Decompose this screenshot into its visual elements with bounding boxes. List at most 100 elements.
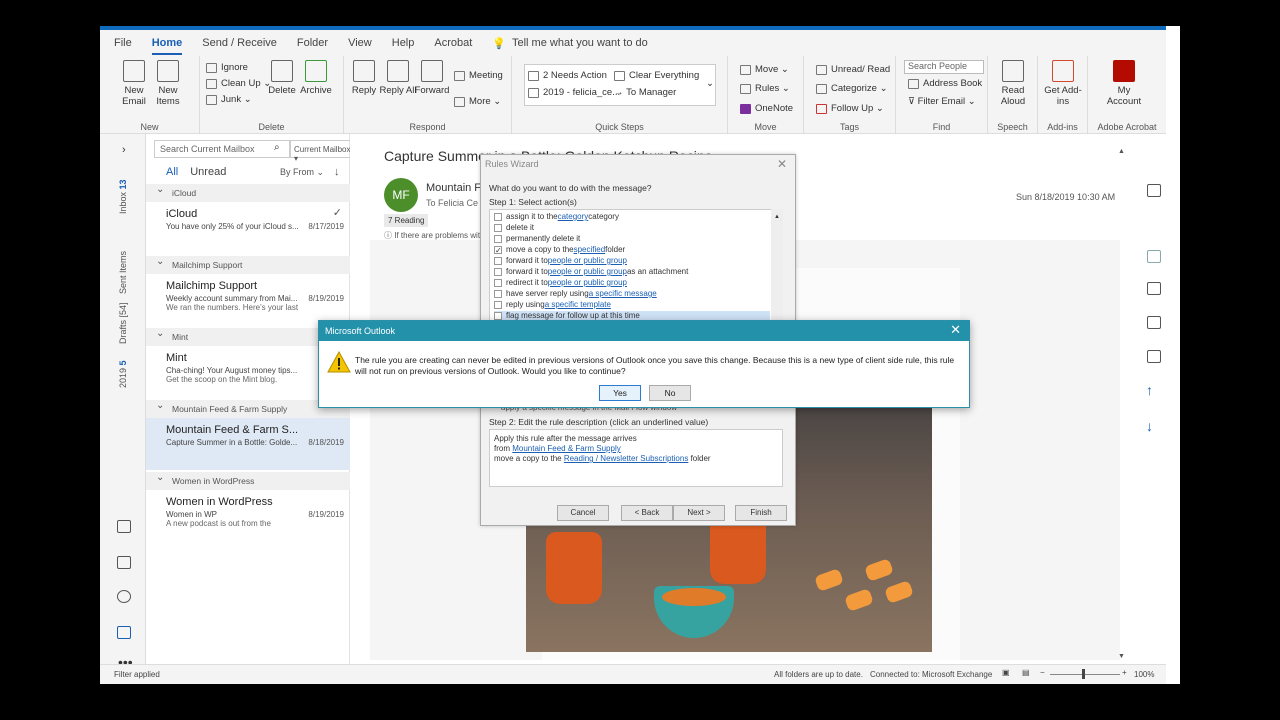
reading-view-icon[interactable]: ▤ <box>1022 668 1030 677</box>
move-button[interactable]: Move ⌄ <box>740 64 789 75</box>
move-to-folder-icon[interactable] <box>1147 316 1161 329</box>
arrow-up-icon[interactable]: ↑ <box>1146 382 1153 398</box>
category-tag[interactable]: 7 Reading <box>384 214 429 227</box>
more-respond-button[interactable]: More ⌄ <box>454 96 501 107</box>
action-row[interactable]: delete it <box>494 223 534 232</box>
list-item[interactable]: Women in WordPress Women in WP A new pod… <box>146 494 350 544</box>
group-header-icloud[interactable]: iCloud <box>146 184 350 202</box>
rules-button[interactable]: Rules ⌄ <box>740 83 790 94</box>
action-row[interactable]: permanently delete it <box>494 234 580 243</box>
yes-button[interactable]: Yes <box>599 385 641 401</box>
mail-icon[interactable] <box>117 626 131 639</box>
people-icon[interactable] <box>117 590 131 603</box>
checkbox[interactable] <box>494 300 502 309</box>
expand-chevron-icon[interactable]: › <box>122 144 126 156</box>
action-row[interactable]: redirect it to people or public group <box>494 278 627 287</box>
delete-icon[interactable] <box>1147 184 1161 197</box>
unread-read-button[interactable]: Unread/ Read <box>816 64 890 75</box>
action-row[interactable]: have server reply using a specific messa… <box>494 289 657 298</box>
onenote-button[interactable]: OneNote <box>740 103 793 114</box>
zoom-in-icon[interactable]: + <box>1122 668 1127 677</box>
address-book-button[interactable]: Address Book <box>908 78 982 89</box>
ignore-button[interactable]: Ignore <box>206 62 248 73</box>
group-header-women-in-wordpress[interactable]: Women in WordPress <box>146 472 350 490</box>
zoom-out-icon[interactable]: − <box>1040 668 1045 677</box>
checkbox[interactable] <box>494 311 502 320</box>
nav-inbox[interactable]: Inbox 13 <box>118 179 128 214</box>
checkbox[interactable] <box>494 256 502 265</box>
action-row[interactable]: forward it to people or public group as … <box>494 267 688 276</box>
quick-step-to-manager[interactable]: → To Manager <box>614 87 676 98</box>
follow-up-button[interactable]: Follow Up ⌄ <box>816 103 884 114</box>
zoom-slider-thumb[interactable] <box>1082 669 1085 679</box>
zoom-slider[interactable] <box>1050 674 1120 675</box>
arrow-down-icon[interactable]: ↓ <box>1146 418 1153 434</box>
next-button[interactable]: Next > <box>673 505 725 521</box>
scroll-down-icon[interactable]: ▼ <box>1118 653 1125 660</box>
nav-drafts[interactable]: Drafts [54] <box>118 302 128 344</box>
my-account-button[interactable]: My Account <box>1104 60 1144 107</box>
sort-dropdown[interactable]: By From ⌄ <box>280 167 324 178</box>
group-header-mailchimp[interactable]: Mailchimp Support <box>146 256 350 274</box>
desc-folder-link[interactable]: Reading / Newsletter Subscriptions <box>564 454 689 463</box>
action-row[interactable]: reply using a specific template <box>494 300 611 309</box>
checkbox[interactable] <box>494 234 502 243</box>
checkbox[interactable] <box>494 223 502 232</box>
nav-sent-items[interactable]: Sent Items <box>118 251 128 294</box>
menu-acrobat[interactable]: Acrobat <box>434 37 472 49</box>
list-item[interactable]: iCloud You have only 25% of your iCloud … <box>146 206 350 256</box>
checkbox[interactable] <box>494 267 502 276</box>
quick-steps-expand[interactable]: ⌄ <box>706 78 714 89</box>
meeting-button[interactable]: Meeting <box>454 70 503 81</box>
calendar-icon[interactable] <box>117 520 131 533</box>
quick-step-clear-everything[interactable]: Clear Everything <box>614 70 699 81</box>
undo-icon[interactable] <box>1147 250 1161 263</box>
search-icon[interactable]: ⌕ <box>274 142 280 153</box>
menu-file[interactable]: File <box>114 37 132 49</box>
quick-step-2019[interactable]: 2019 - felicia_ce... <box>528 87 620 98</box>
close-icon[interactable]: ✕ <box>777 157 787 171</box>
tell-me-box[interactable]: 💡 Tell me what you want to do <box>492 37 647 50</box>
read-aloud-button[interactable]: Read Aloud <box>993 60 1033 107</box>
email-sender[interactable]: Mountain F <box>426 182 481 194</box>
desc-from-link[interactable]: Mountain Feed & Farm Supply <box>512 444 621 453</box>
filter-unread-tab[interactable]: Unread <box>190 166 226 178</box>
scroll-up-icon[interactable]: ▲ <box>1118 148 1125 155</box>
checkbox[interactable] <box>494 278 502 287</box>
scroll-up-icon[interactable]: ▲ <box>771 214 780 220</box>
flag-icon[interactable] <box>1147 350 1161 363</box>
wizard-list-scrollbar[interactable]: ▲ <box>771 209 783 321</box>
menu-home[interactable]: Home <box>151 37 182 55</box>
list-item-selected[interactable]: Mountain Feed & Farm S... Capture Summer… <box>146 418 350 470</box>
back-button[interactable]: < Back <box>621 505 673 521</box>
envelope-icon[interactable] <box>1147 282 1161 295</box>
menu-help[interactable]: Help <box>392 37 415 49</box>
tasks-icon[interactable] <box>117 556 131 569</box>
junk-button[interactable]: Junk ⌄ <box>206 94 252 105</box>
checkbox[interactable] <box>494 212 502 221</box>
close-icon[interactable]: ✕ <box>950 322 961 338</box>
categorize-button[interactable]: Categorize ⌄ <box>816 83 888 94</box>
action-row-highlighted[interactable]: flag message for follow up at this time <box>494 311 770 320</box>
filter-email-button[interactable]: ⊽ Filter Email ⌄ <box>908 96 976 107</box>
search-people-input[interactable]: Search People <box>904 60 984 74</box>
cancel-button[interactable]: Cancel <box>557 505 609 521</box>
nav-2019[interactable]: 2019 5 <box>118 360 128 388</box>
get-addins-button[interactable]: Get Add-ins <box>1043 60 1083 107</box>
no-button[interactable]: No <box>649 385 691 401</box>
menu-view[interactable]: View <box>348 37 372 49</box>
archive-button[interactable]: Archive <box>296 60 336 96</box>
filter-all-tab[interactable]: All <box>166 166 178 178</box>
sort-direction-icon[interactable]: ↓ <box>334 166 340 178</box>
mailbox-scope-select[interactable]: Current Mailbox ▾ <box>290 140 356 163</box>
forward-button[interactable]: Forward <box>412 60 452 96</box>
reading-scrollbar[interactable]: ▲ ▼ <box>1118 148 1128 660</box>
action-row[interactable]: ✓ move a copy to the specified folder <box>494 245 625 254</box>
checkbox[interactable] <box>494 289 502 298</box>
menu-folder[interactable]: Folder <box>297 37 328 49</box>
action-row[interactable]: assign it to the category category <box>494 212 619 221</box>
normal-view-icon[interactable]: ▣ <box>1002 668 1010 677</box>
finish-button[interactable]: Finish <box>735 505 787 521</box>
checkbox-checked[interactable]: ✓ <box>494 245 502 254</box>
quick-step-needs-action[interactable]: 2 Needs Action <box>528 70 607 81</box>
